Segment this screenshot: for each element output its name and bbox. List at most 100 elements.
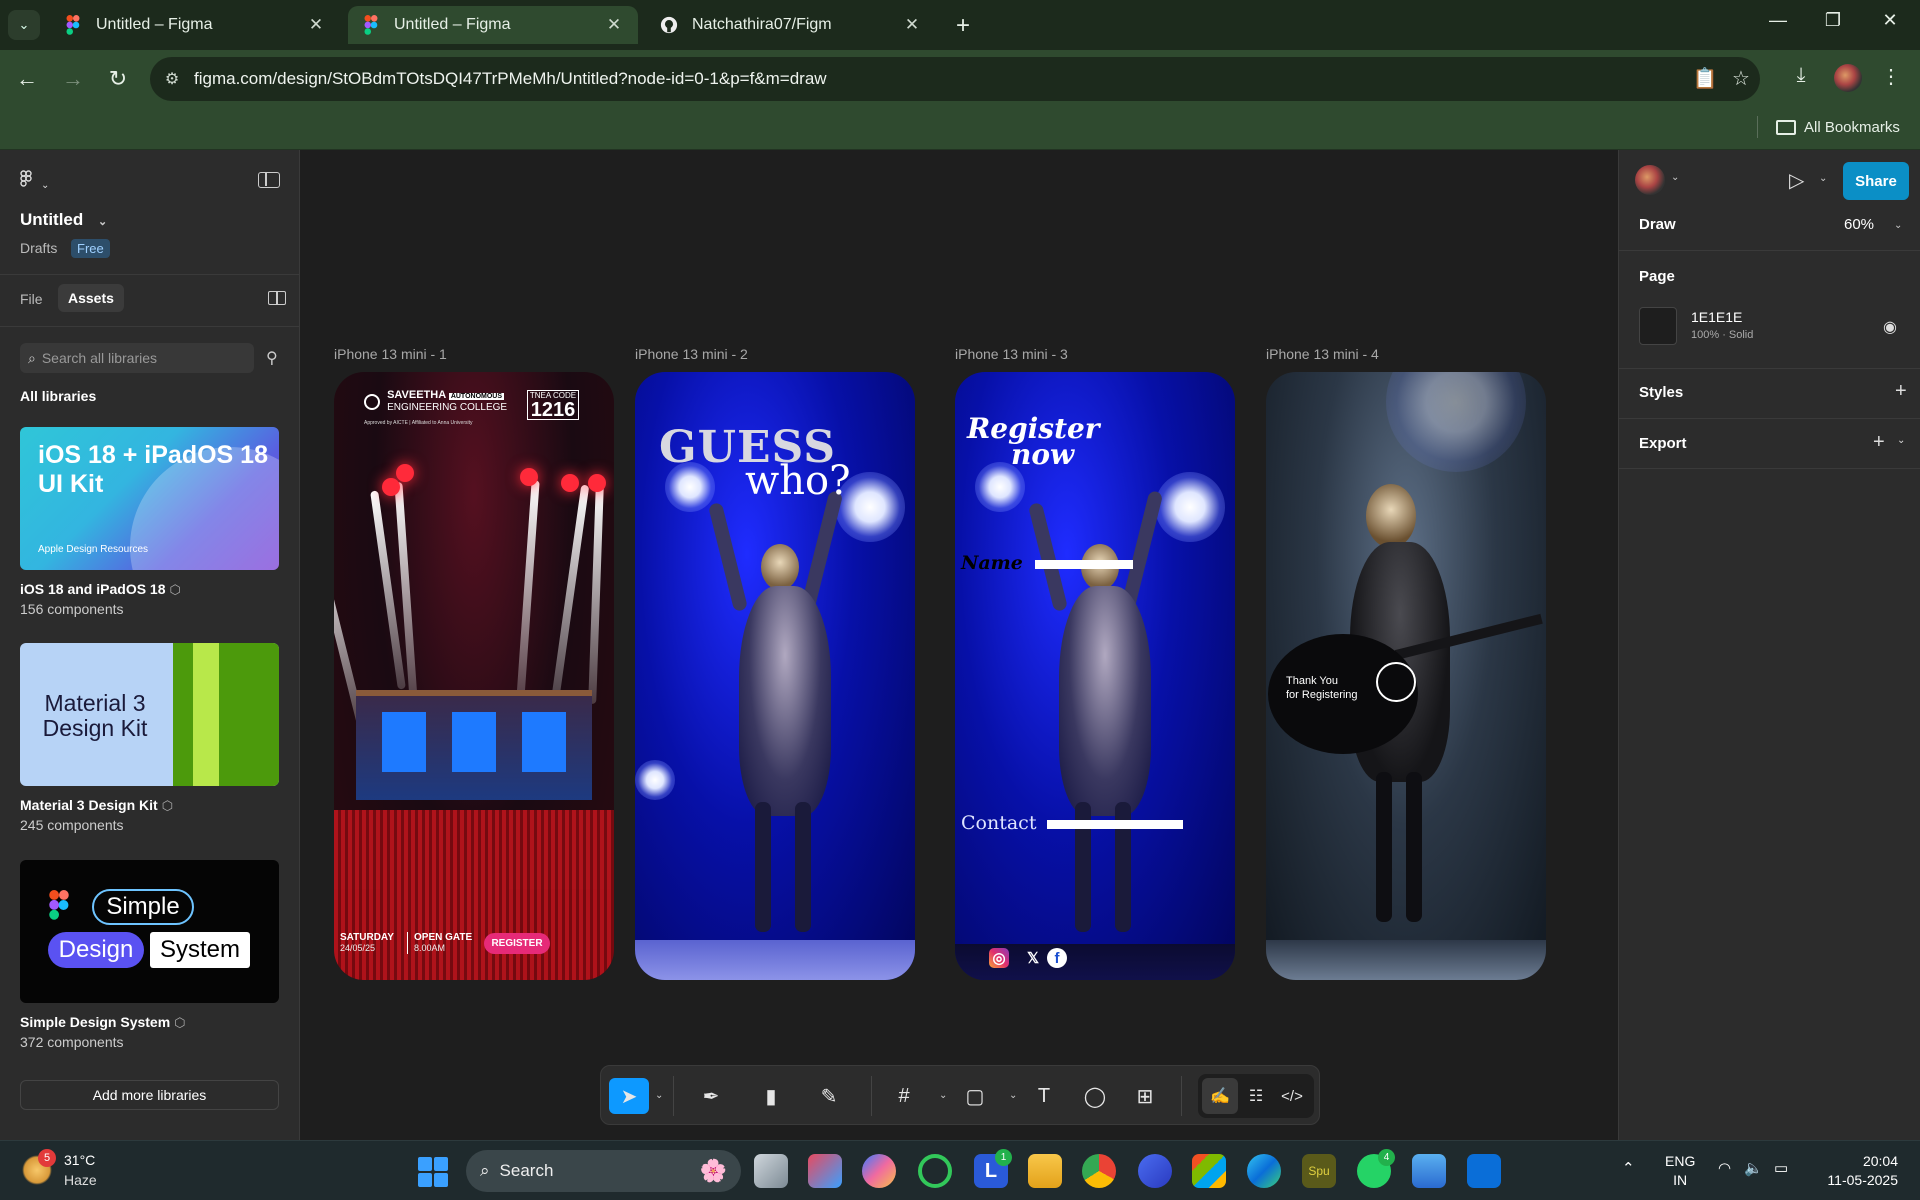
actions-tool-icon[interactable]: ⊞	[1127, 1078, 1163, 1114]
library-name[interactable]: Simple Design System ⬡	[20, 1014, 186, 1031]
vscode-icon[interactable]	[1467, 1154, 1501, 1188]
close-tab-icon[interactable]: ✕	[902, 15, 922, 35]
language-indicator[interactable]: ENG IN	[1665, 1152, 1695, 1190]
facebook-icon[interactable]: f	[1047, 948, 1067, 968]
file-explorer-icon[interactable]	[1028, 1154, 1062, 1188]
chevron-down-icon[interactable]: ⌄	[1009, 1090, 1017, 1101]
volume-icon[interactable]: 🔈	[1744, 1159, 1763, 1177]
temperature[interactable]: 31°C	[64, 1152, 95, 1168]
restore-icon[interactable]: ❐	[1813, 10, 1853, 31]
photos-icon[interactable]	[1412, 1154, 1446, 1188]
forward-arrow-icon[interactable]: →	[58, 64, 88, 94]
add-more-libraries-button[interactable]: Add more libraries	[20, 1080, 279, 1110]
weather-condition[interactable]: Haze	[64, 1172, 97, 1188]
frame-label[interactable]: iPhone 13 mini - 1	[334, 346, 447, 362]
task-view-icon[interactable]	[754, 1154, 788, 1188]
close-tab-icon[interactable]: ✕	[604, 15, 624, 35]
library-card-material[interactable]: Material 3 Design Kit	[20, 643, 279, 786]
main-menu-button[interactable]: ⌄	[20, 170, 49, 193]
back-arrow-icon[interactable]: ←	[12, 64, 42, 94]
iphone-frame-3[interactable]: Register now Name Contact ◎ 𝕏 f	[955, 372, 1235, 980]
browser-tab-3[interactable]: Natchathira07/Figm ✕	[646, 6, 936, 44]
tab-search-button[interactable]: ⌄	[8, 10, 40, 40]
pen-tool-icon[interactable]: ✒	[691, 1078, 731, 1114]
chevron-down-icon[interactable]: ⌄	[655, 1090, 663, 1101]
dev-mode-icon[interactable]: </>	[1274, 1078, 1310, 1114]
library-card-ios[interactable]: iOS 18 + iPadOS 18 UI Kit Apple Design R…	[20, 427, 279, 570]
comment-tool-icon[interactable]: ◯	[1077, 1078, 1113, 1114]
microsoft-store-icon[interactable]	[1192, 1154, 1226, 1188]
eye-icon[interactable]: ◉	[1883, 317, 1897, 337]
chevron-down-icon[interactable]: ⌄	[1819, 173, 1827, 184]
chevron-up-icon[interactable]: ⌃	[1622, 1159, 1635, 1177]
library-search-input[interactable]: ⌕ Search all libraries	[20, 343, 254, 373]
browser-tab-1[interactable]: Untitled – Figma ✕	[50, 6, 340, 44]
library-book-icon[interactable]	[268, 291, 286, 305]
chevron-down-icon[interactable]: ⌄	[939, 1090, 947, 1101]
system-clock[interactable]: 20:04 11-05-2025	[1818, 1152, 1898, 1190]
reload-icon[interactable]: ↻	[103, 64, 133, 94]
move-tool-icon[interactable]: ➤	[609, 1078, 649, 1114]
iphone-frame-2[interactable]: GUESS who?	[635, 372, 915, 980]
library-card-simple[interactable]: Simple Design System	[20, 860, 279, 1003]
close-window-icon[interactable]: ✕	[1870, 10, 1910, 31]
clipboard-icon[interactable]: 📋	[1692, 66, 1718, 92]
url-text[interactable]: figma.com/design/StOBdmTOtsDQI47TrPMeMh/…	[194, 69, 827, 89]
add-style-icon[interactable]: +	[1895, 380, 1907, 403]
drafts-location[interactable]: Drafts	[20, 240, 57, 256]
copilot-icon[interactable]	[862, 1154, 896, 1188]
frame-label[interactable]: iPhone 13 mini - 3	[955, 346, 1068, 362]
contact-input-field[interactable]	[1047, 820, 1183, 829]
snipping-tool-icon[interactable]	[808, 1154, 842, 1188]
battery-icon[interactable]: ▭	[1774, 1159, 1788, 1177]
download-icon[interactable]: ⤓	[1785, 64, 1817, 96]
taskbar-search-input[interactable]: ⌕ Search 🌸	[466, 1150, 741, 1192]
rectangle-tool-icon[interactable]: ▢	[957, 1078, 993, 1114]
edge-icon[interactable]	[1247, 1154, 1281, 1188]
bookmark-star-icon[interactable]: ☆	[1728, 66, 1754, 92]
text-tool-icon[interactable]: T	[1026, 1078, 1062, 1114]
sidebar-toggle-icon[interactable]	[258, 172, 280, 188]
design-mode-icon[interactable]: ☷	[1238, 1078, 1274, 1114]
frame-label[interactable]: iPhone 13 mini - 2	[635, 346, 748, 362]
library-name[interactable]: Material 3 Design Kit ⬡	[20, 797, 173, 814]
add-export-icon[interactable]: +	[1873, 431, 1885, 454]
refresh-app-icon[interactable]	[918, 1154, 952, 1188]
browser-tab-2[interactable]: Untitled – Figma ✕	[348, 6, 638, 44]
profile-avatar[interactable]	[1834, 64, 1862, 92]
draw-mode-icon[interactable]: ✍	[1202, 1078, 1238, 1114]
frame-label[interactable]: iPhone 13 mini - 4	[1266, 346, 1379, 362]
present-play-icon[interactable]: ▷	[1789, 168, 1804, 193]
share-button[interactable]: Share	[1843, 162, 1909, 200]
address-bar[interactable]: ⚙ figma.com/design/StOBdmTOtsDQI47TrPMeM…	[150, 57, 1760, 101]
iphone-frame-1[interactable]: SAVEETHA AUTONOMOUS ENGINEERING COLLEGE …	[334, 372, 614, 980]
chrome-icon[interactable]	[1082, 1154, 1116, 1188]
pencil-tool-icon[interactable]: ✎	[809, 1078, 849, 1114]
page-color-swatch[interactable]	[1639, 307, 1677, 345]
all-bookmarks-button[interactable]: All Bookmarks	[1776, 114, 1900, 140]
windows-start-icon[interactable]	[418, 1157, 448, 1187]
chevron-down-icon[interactable]: ⌄	[1894, 220, 1902, 231]
more-menu-icon[interactable]: ⋮	[1875, 64, 1907, 96]
page-color-hex[interactable]: 1E1E1E	[1691, 309, 1742, 325]
instagram-icon[interactable]: ◎	[989, 948, 1009, 968]
x-twitter-icon[interactable]: 𝕏	[1023, 948, 1043, 968]
close-tab-icon[interactable]: ✕	[306, 15, 326, 35]
tab-file[interactable]: File	[20, 291, 43, 307]
name-input-field[interactable]	[1035, 560, 1133, 569]
iphone-frame-4[interactable]: Thank You for Registering	[1266, 372, 1546, 980]
marker-tool-icon[interactable]: ▮	[751, 1078, 791, 1114]
library-name[interactable]: iOS 18 and iPadOS 18 ⬡	[20, 581, 181, 598]
file-title[interactable]: Untitled ⌄	[20, 210, 107, 230]
register-button[interactable]: REGISTER	[484, 933, 550, 954]
wifi-icon[interactable]: ◠	[1718, 1159, 1731, 1177]
design-canvas[interactable]: iPhone 13 mini - 1 iPhone 13 mini - 2 iP…	[300, 150, 1618, 1140]
spu-app-icon[interactable]: Spu	[1302, 1154, 1336, 1188]
filter-icon[interactable]: ⚲	[266, 348, 278, 368]
site-info-icon[interactable]: ⚙	[150, 69, 194, 89]
frame-tool-icon[interactable]: #	[886, 1078, 922, 1114]
chevron-down-icon[interactable]: ⌄	[1671, 172, 1679, 183]
new-tab-button[interactable]: +	[950, 12, 976, 40]
user-avatar[interactable]	[1635, 165, 1665, 195]
chevron-down-icon[interactable]: ⌄	[1897, 435, 1905, 446]
